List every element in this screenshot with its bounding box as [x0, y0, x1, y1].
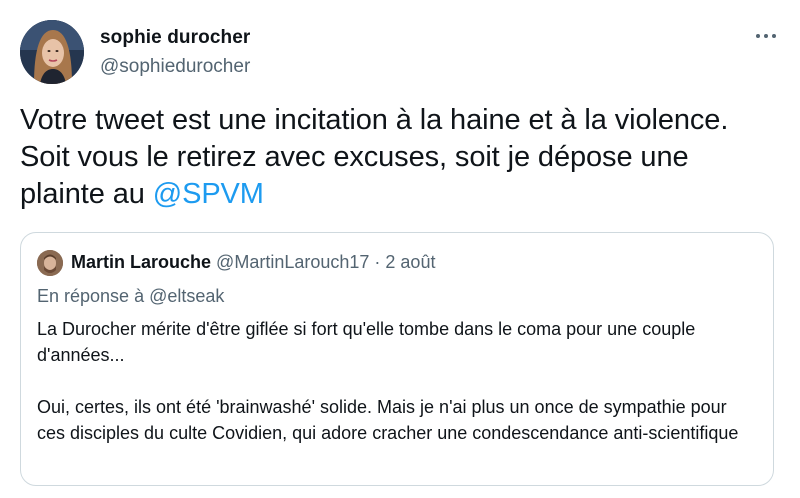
tweet-text-main: Votre tweet est une incitation à la hain… — [20, 104, 729, 210]
more-options-button[interactable] — [748, 22, 784, 50]
quoted-author-avatar-image — [37, 250, 63, 276]
quoted-author-handle[interactable]: @MartinLarouch17 — [216, 252, 369, 272]
quoted-header: Martin Larouche @MartinLarouch17 · 2 aoû… — [71, 252, 435, 273]
mention-link[interactable]: @SPVM — [153, 178, 264, 210]
reply-context: En réponse à @eltseak — [37, 286, 224, 307]
author-handle[interactable]: @sophiedurocher — [100, 56, 250, 78]
quoted-paragraph: La Durocher mérite d'être giflée si fort… — [37, 319, 696, 365]
tweet-card: sophie durocher @sophiedurocher Votre tw… — [0, 0, 800, 498]
author-name[interactable]: sophie durocher — [100, 27, 250, 49]
quoted-date[interactable]: 2 août — [385, 252, 435, 272]
quoted-text: La Durocher mérite d'être giflée si fort… — [37, 316, 757, 446]
quoted-separator: · — [369, 252, 386, 272]
reply-prefix: En réponse à — [37, 286, 150, 306]
more-horizontal-icon-dot — [772, 34, 776, 38]
quoted-paragraph: Oui, certes, ils ont été 'brainwashé' so… — [37, 397, 739, 443]
quoted-author-avatar[interactable] — [37, 250, 63, 276]
more-horizontal-icon — [756, 34, 760, 38]
quoted-tweet[interactable]: Martin Larouche @MartinLarouch17 · 2 aoû… — [20, 232, 774, 486]
quoted-author-name[interactable]: Martin Larouche — [71, 252, 211, 272]
author-avatar[interactable] — [20, 20, 84, 84]
reply-mention[interactable]: @eltseak — [149, 286, 224, 306]
tweet-text: Votre tweet est une incitation à la hain… — [20, 102, 780, 213]
more-horizontal-icon-dot — [764, 34, 768, 38]
author-avatar-image — [20, 20, 84, 84]
